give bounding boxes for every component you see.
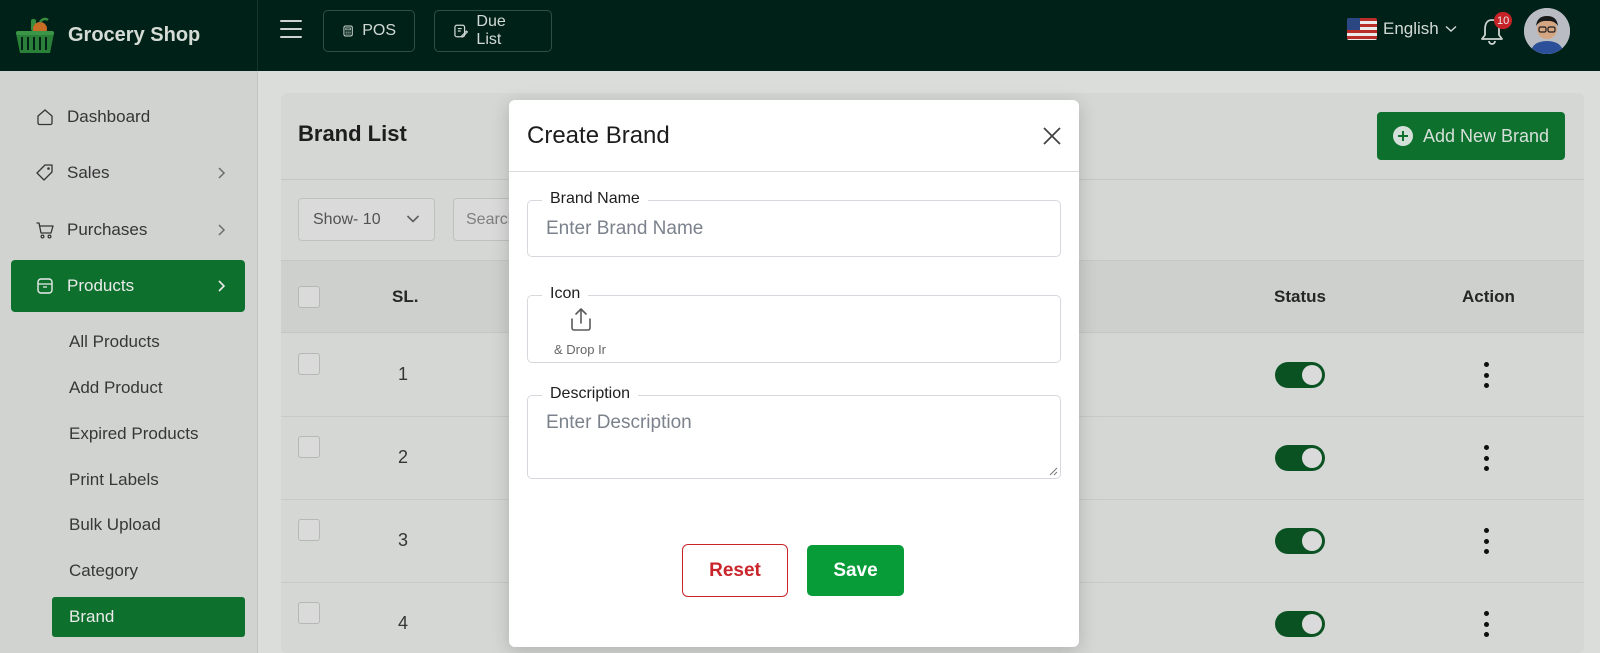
resize-grip-icon[interactable]	[1048, 466, 1058, 476]
description-textarea[interactable]	[528, 396, 1060, 476]
modal-header: Create Brand	[509, 100, 1079, 172]
reset-button[interactable]: Reset	[682, 544, 788, 597]
save-button[interactable]: Save	[807, 545, 904, 596]
description-field: Description	[527, 385, 1061, 479]
brand-name-label: Brand Name	[542, 190, 648, 208]
close-icon[interactable]	[1041, 125, 1063, 147]
icon-field: Icon & Drop Ir	[527, 285, 1061, 363]
icon-label: Icon	[542, 285, 589, 303]
icon-upload-dropzone[interactable]: & Drop Ir	[546, 302, 616, 358]
create-brand-modal: Create Brand Brand Name Icon & Drop Ir D…	[509, 100, 1079, 647]
modal-title: Create Brand	[527, 122, 670, 149]
upload-icon	[571, 308, 591, 331]
brand-name-input[interactable]	[528, 201, 1060, 256]
description-label: Description	[542, 385, 639, 403]
upload-hint-text: & Drop Ir	[554, 342, 607, 357]
brand-name-field: Brand Name	[527, 190, 1061, 257]
